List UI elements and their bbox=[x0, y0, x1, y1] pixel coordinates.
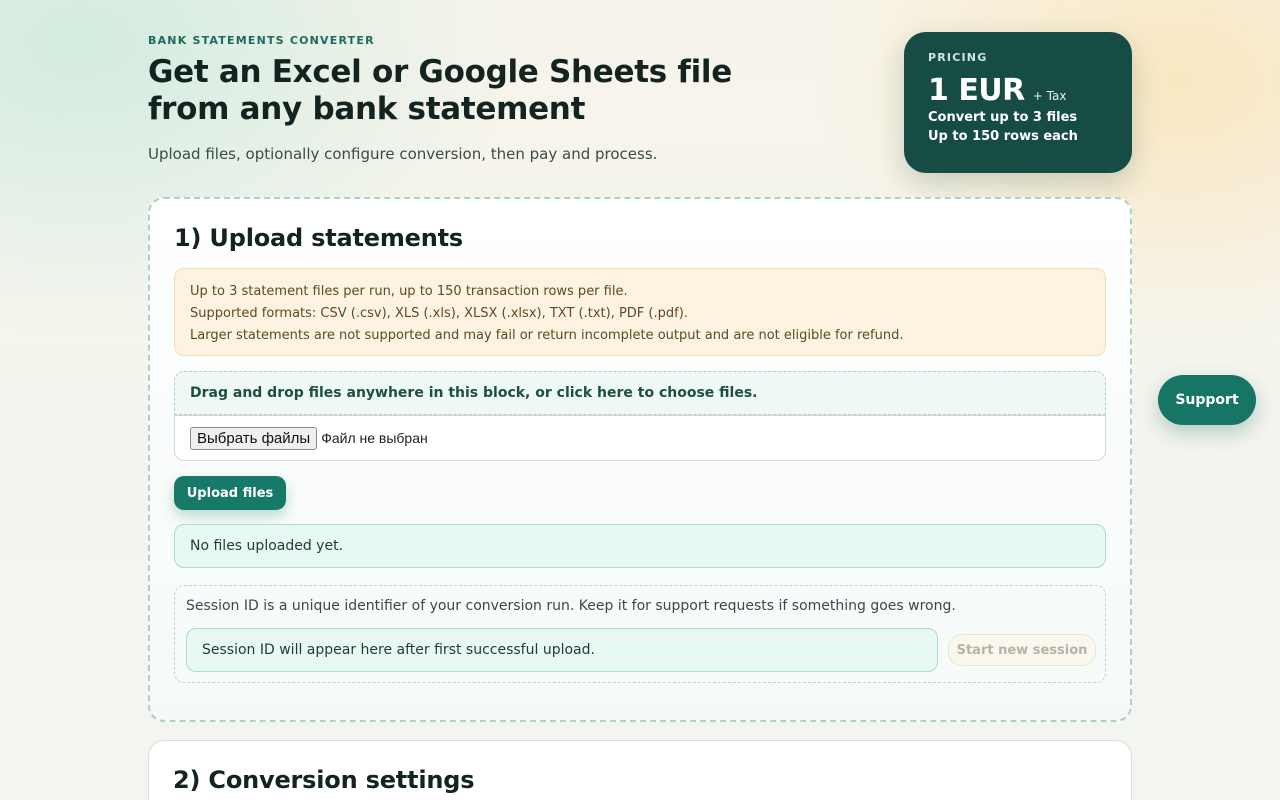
pricing-label: PRICING bbox=[928, 51, 988, 64]
pricing-rows-limit: Up to 150 rows each bbox=[928, 129, 1078, 144]
file-input[interactable]: Выбрать файлы Файл не выбран bbox=[174, 415, 1106, 461]
support-button[interactable]: Support bbox=[1158, 375, 1256, 425]
file-dropzone[interactable]: Drag and drop files anywhere in this blo… bbox=[174, 371, 1106, 415]
pricing-files-limit: Convert up to 3 files bbox=[928, 110, 1078, 125]
session-panel: Session ID is a unique identifier of you… bbox=[174, 585, 1106, 683]
pricing-price-row: 1 EUR + Tax bbox=[928, 73, 1108, 108]
upload-section: 1) Upload statements Up to 3 statement f… bbox=[148, 197, 1132, 722]
conversion-settings-title: 2) Conversion settings bbox=[173, 766, 475, 794]
upload-status: No files uploaded yet. bbox=[174, 524, 1106, 568]
page-title-line-2: from any bank statement bbox=[148, 91, 586, 127]
notice-line-formats: Supported formats: CSV (.csv), XLS (.xls… bbox=[190, 306, 688, 321]
upload-section-title: 1) Upload statements bbox=[174, 224, 463, 252]
notice-line-rows: Up to 3 statement files per run, up to 1… bbox=[190, 284, 628, 299]
page-title: Get an Excel or Google Sheets file from … bbox=[148, 54, 748, 128]
session-note: Session ID is a unique identifier of you… bbox=[186, 598, 956, 614]
session-id-field[interactable]: Session ID will appear here after first … bbox=[186, 628, 938, 672]
pricing-card: PRICING 1 EUR + Tax Convert up to 3 file… bbox=[904, 32, 1132, 173]
pricing-price: 1 EUR bbox=[928, 73, 1025, 108]
pricing-tax: + Tax bbox=[1032, 89, 1067, 103]
conversion-settings-section: 2) Conversion settings bbox=[148, 740, 1132, 800]
limits-notice: Up to 3 statement files per run, up to 1… bbox=[174, 268, 1106, 356]
page-subtitle: Upload files, optionally configure conve… bbox=[148, 145, 658, 163]
start-new-session-button[interactable]: Start new session bbox=[948, 634, 1096, 666]
no-file-selected-text: Файл не выбран bbox=[321, 430, 428, 446]
notice-line-refund: Larger statements are not supported and … bbox=[190, 328, 904, 343]
upload-files-button[interactable]: Upload files bbox=[174, 476, 286, 510]
page-title-line-1: Get an Excel or Google Sheets file bbox=[148, 54, 732, 90]
choose-files-button[interactable]: Выбрать файлы bbox=[190, 426, 318, 450]
eyebrow: BANK STATEMENTS CONVERTER bbox=[148, 34, 375, 47]
